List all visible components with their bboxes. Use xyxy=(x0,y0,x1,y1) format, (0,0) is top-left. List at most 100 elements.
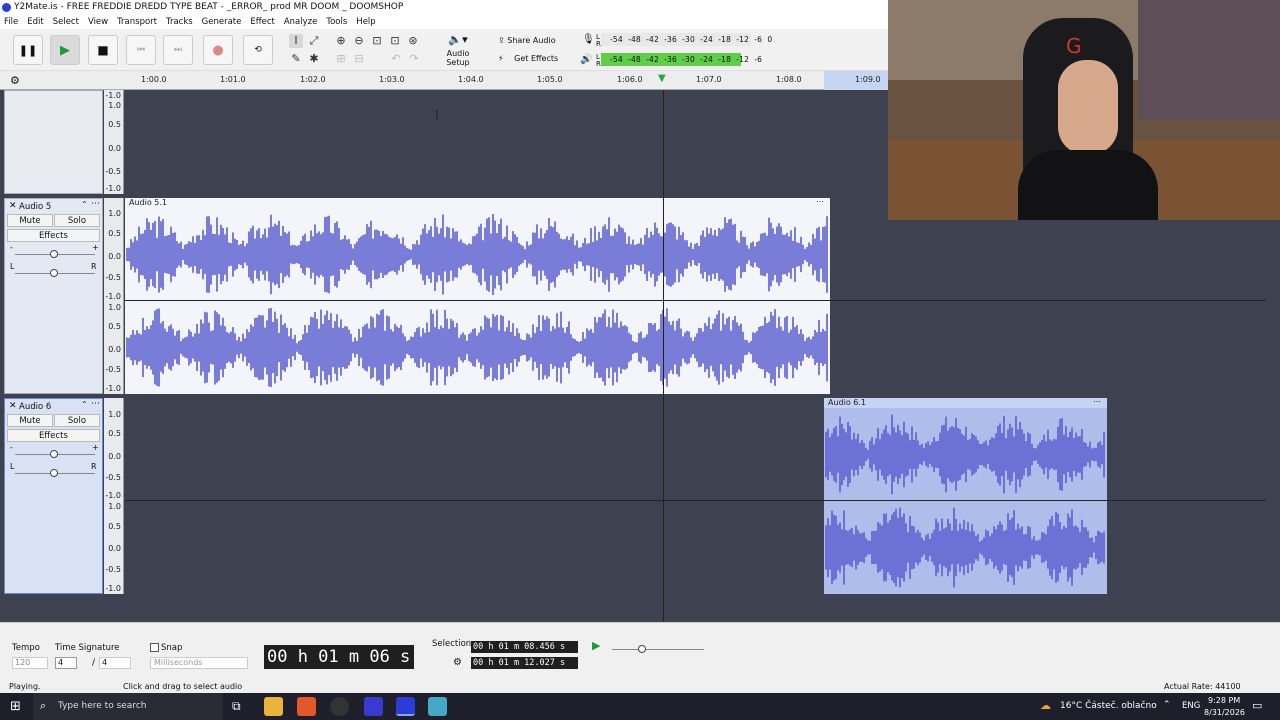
clip-header[interactable]: Audio 6.1 ⋯ xyxy=(824,397,1107,408)
share-audio-button[interactable]: ⇪ Share Audio xyxy=(498,34,564,48)
menu-view[interactable]: View xyxy=(88,15,108,29)
timeline-settings-icon[interactable]: ⚙ xyxy=(10,74,20,87)
track-menu-icon[interactable]: ⋯ xyxy=(91,399,100,409)
obs-icon[interactable] xyxy=(330,697,349,716)
pan-slider-thumb[interactable] xyxy=(50,469,58,477)
menu-tracks[interactable]: Tracks xyxy=(166,15,193,29)
status-rate: Actual Rate: 44100 xyxy=(1164,682,1241,691)
tempo-input[interactable]: 120 xyxy=(12,657,48,669)
menu-tools[interactable]: Tools xyxy=(326,15,347,29)
notes-icon[interactable] xyxy=(428,697,447,716)
webcam-face xyxy=(1058,60,1118,155)
skip-start-button[interactable]: ⏮ xyxy=(126,35,156,65)
silence-icon[interactable]: ⊟ xyxy=(352,52,366,66)
undo-icon[interactable]: ↶ xyxy=(389,52,403,66)
weather-icon[interactable]: ☁ xyxy=(1040,699,1051,712)
snap-unit-select[interactable]: Milliseconds xyxy=(150,657,248,669)
pause-button[interactable]: ❚❚ xyxy=(13,35,43,65)
selection-end[interactable]: 00 h 01 m 12.027 s xyxy=(471,657,578,669)
play-speed-slider[interactable] xyxy=(612,649,704,650)
time-sig-numerator[interactable]: 4 xyxy=(55,657,77,669)
clip-menu-icon[interactable]: ⋯ xyxy=(816,197,824,207)
record-button[interactable]: ● xyxy=(203,35,233,65)
track-audio-5-controls[interactable]: ✕ Audio 5 ⌃ ⋯ Mute Solo Effects - + L R xyxy=(4,198,103,394)
language-indicator[interactable]: ENG xyxy=(1182,701,1200,711)
audio-setup-button[interactable]: 🔈▾ Audio Setup xyxy=(436,33,480,67)
windows-start-icon[interactable]: ⊞ xyxy=(10,699,21,714)
collapse-icon[interactable]: ⌃ xyxy=(81,400,88,409)
fit-project-icon[interactable]: ⊡ xyxy=(388,34,402,48)
zoom-out-icon[interactable]: ⊖ xyxy=(352,34,366,48)
menu-transport[interactable]: Transport xyxy=(117,15,157,29)
playhead-marker-icon[interactable]: ▼ xyxy=(658,73,666,84)
audacity-icon xyxy=(2,3,11,12)
pan-slider-thumb[interactable] xyxy=(50,269,58,277)
audio-clip[interactable]: Audio 5.1 ⋯ xyxy=(125,197,830,394)
gain-max-label: + xyxy=(92,443,99,452)
gain-slider-thumb[interactable] xyxy=(50,450,58,458)
envelope-tool-icon[interactable]: ⤢ xyxy=(307,34,321,48)
selection-start[interactable]: 00 h 01 m 08.456 s xyxy=(471,641,578,653)
close-track-icon[interactable]: ✕ xyxy=(9,401,17,411)
draw-tool-icon[interactable]: ✎ xyxy=(289,52,303,66)
menu-file[interactable]: File xyxy=(4,15,18,29)
zoom-in-icon[interactable]: ⊕ xyxy=(334,34,348,48)
track-audio-6-controls[interactable]: ✕ Audio 6 ⌃ ⋯ Mute Solo Effects - + L R xyxy=(4,398,103,594)
solo-button[interactable]: Solo xyxy=(54,414,100,427)
play-speed-thumb[interactable] xyxy=(638,645,646,653)
mute-button[interactable]: Mute xyxy=(7,414,53,427)
notifications-icon[interactable]: ▭ xyxy=(1252,699,1262,712)
taskbar-search[interactable]: ⌕ Type here to search xyxy=(33,693,223,720)
ruler-tick: 1:05.0 xyxy=(537,75,563,84)
skip-end-button[interactable]: ⏭ xyxy=(163,35,193,65)
gain-slider-thumb[interactable] xyxy=(50,250,58,258)
solo-button[interactable]: Solo xyxy=(54,214,100,227)
clip-header[interactable]: Audio 5.1 ⋯ xyxy=(125,197,830,208)
close-track-icon[interactable]: ✕ xyxy=(9,201,17,211)
app-icon[interactable] xyxy=(364,697,383,716)
track-menu-icon[interactable]: ⋯ xyxy=(91,199,100,209)
mute-button[interactable]: Mute xyxy=(7,214,53,227)
selection-tool-icon[interactable]: I xyxy=(289,34,303,48)
effects-button[interactable]: Effects xyxy=(7,429,100,442)
collapse-icon[interactable]: ⌃ xyxy=(81,200,88,209)
time-sig-denominator[interactable]: 4 xyxy=(99,657,131,669)
fit-selection-icon[interactable]: ⊡ xyxy=(370,34,384,48)
menu-generate[interactable]: Generate xyxy=(202,15,242,29)
weather-text[interactable]: 16°C Částeč. oblačno xyxy=(1060,701,1157,711)
clip-menu-icon[interactable]: ⋯ xyxy=(1093,397,1101,407)
track-name[interactable]: Audio 5 xyxy=(19,202,51,212)
share-icon: ⇪ xyxy=(498,36,505,45)
audacity-taskbar-icon[interactable] xyxy=(396,697,415,716)
time-display[interactable]: 00 h 01 m 06 s xyxy=(264,645,414,669)
tray-chevron-icon[interactable]: ⌃ xyxy=(1163,700,1171,710)
play-at-speed-icon[interactable]: ▶ xyxy=(592,639,600,652)
effects-button[interactable]: Effects xyxy=(7,229,100,242)
menu-help[interactable]: Help xyxy=(356,15,375,29)
loop-button[interactable]: ⟲ xyxy=(243,35,273,65)
menu-edit[interactable]: Edit xyxy=(27,15,43,29)
selection-settings-icon[interactable]: ⚙ xyxy=(453,657,462,668)
get-effects-button[interactable]: ⚡ Get Effects xyxy=(498,52,564,66)
menu-analyze[interactable]: Analyze xyxy=(284,15,318,29)
track-1-controls[interactable] xyxy=(4,90,103,194)
brave-icon[interactable] xyxy=(297,697,316,716)
task-view-icon[interactable]: ⧉ xyxy=(232,699,241,714)
clock-date[interactable]: 8/31/2026 xyxy=(1204,708,1245,717)
audio-clip-selected[interactable]: Audio 6.1 ⋯ xyxy=(824,397,1107,594)
play-button[interactable]: ▶ xyxy=(50,35,80,65)
zoom-toggle-icon[interactable]: ⊛ xyxy=(406,34,420,48)
timeline-ruler[interactable]: ⚙ 1:00.0 1:01.0 1:02.0 1:03.0 1:04.0 1:0… xyxy=(0,71,888,90)
skip-start-icon: ⏮ xyxy=(136,45,146,55)
menu-effect[interactable]: Effect xyxy=(250,15,274,29)
redo-icon[interactable]: ↷ xyxy=(407,52,421,66)
time-sig-slash: / xyxy=(92,658,96,668)
track-name[interactable]: Audio 6 xyxy=(19,402,51,412)
snap-checkbox[interactable] xyxy=(150,643,159,652)
file-explorer-icon[interactable] xyxy=(264,697,283,716)
clock-time[interactable]: 9:28 PM xyxy=(1208,696,1240,705)
stop-button[interactable]: ■ xyxy=(88,35,118,65)
trim-icon[interactable]: ⊞ xyxy=(334,52,348,66)
multi-tool-icon[interactable]: ✱ xyxy=(307,52,321,66)
menu-select[interactable]: Select xyxy=(53,15,79,29)
